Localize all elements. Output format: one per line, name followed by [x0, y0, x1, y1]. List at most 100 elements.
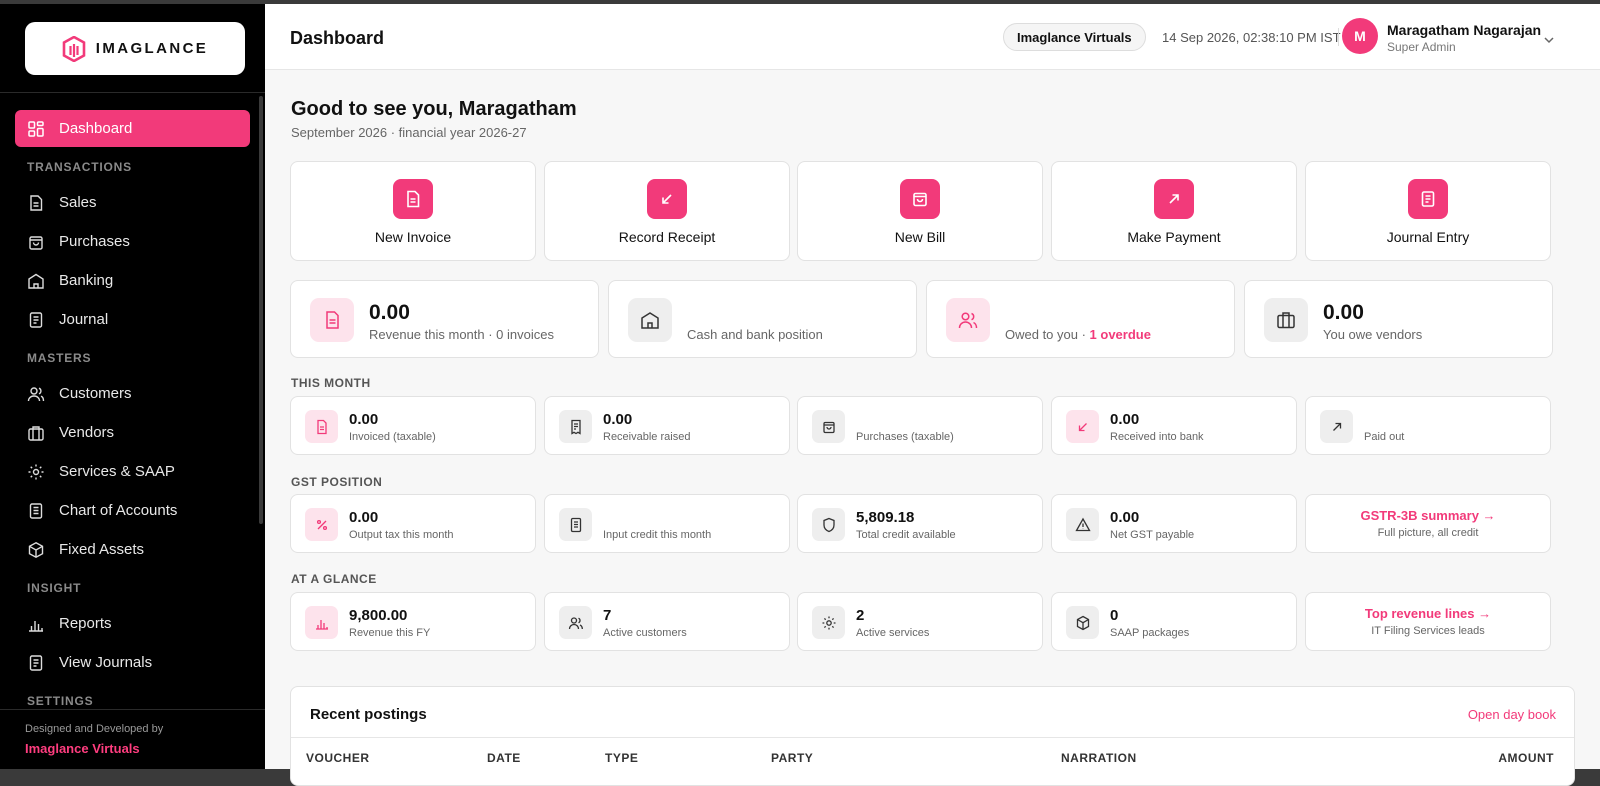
kpi-value: 0.00 — [369, 301, 410, 324]
kpi-revenue-month[interactable]: 0.00 Revenue this month · 0 invoices — [290, 280, 599, 358]
warning-icon — [1066, 508, 1099, 541]
column-header-narration[interactable]: NARRATION — [1061, 751, 1137, 765]
sidebar-item-vendors[interactable]: Vendors — [15, 414, 250, 451]
section-at-a-glance: AT A GLANCE — [291, 572, 377, 586]
link-title: Top revenue lines → — [1364, 606, 1492, 621]
invoice-icon — [393, 179, 433, 219]
sidebar-item-services[interactable]: Services & SAAP — [15, 453, 250, 490]
grid-icon — [28, 120, 44, 137]
stat-value: 0.00 — [1110, 411, 1140, 428]
sidebar-item-reports[interactable]: Reports — [15, 605, 250, 642]
kpi-owe-vendors[interactable]: 0.00 You owe vendors — [1244, 280, 1553, 358]
credit-text: Designed and Developed by — [25, 723, 164, 735]
sidebar-item-dashboard[interactable]: Dashboard — [15, 110, 250, 147]
column-header-party[interactable]: PARTY — [771, 751, 813, 765]
sidebar: IMAGLANCE Dashboard TRANSACTIONS Sales P… — [0, 4, 265, 769]
stat-invoiced[interactable]: 0.00 Invoiced (taxable) — [290, 396, 536, 455]
kpi-label: Revenue this month · 0 invoices — [369, 327, 554, 342]
brand-logo[interactable]: IMAGLANCE — [25, 22, 245, 75]
receipt-icon — [559, 410, 592, 443]
sidebar-item-journal[interactable]: Journal — [15, 301, 250, 338]
stat-input-credit[interactable]: Input credit this month — [544, 494, 790, 553]
stat-saap-packages[interactable]: 0 SAAP packages — [1051, 592, 1297, 651]
top-bar: Dashboard Imaglance Virtuals 14 Sep 2026… — [265, 4, 1600, 70]
recent-postings-title: Recent postings — [310, 706, 427, 723]
column-header-type[interactable]: TYPE — [605, 751, 638, 765]
sidebar-item-customers[interactable]: Customers — [15, 375, 250, 412]
sidebar-item-label: Customers — [59, 385, 132, 402]
book-icon — [1408, 179, 1448, 219]
link-subtitle: Full picture, all credit — [1377, 527, 1479, 539]
stat-active-services[interactable]: 2 Active services — [797, 592, 1043, 651]
section-masters: MASTERS — [27, 351, 92, 365]
table-header-divider — [291, 737, 1574, 738]
stat-paid-out[interactable]: Paid out — [1305, 396, 1551, 455]
stat-value: 9,800.00 — [349, 607, 408, 624]
stat-label: Revenue this FY — [349, 627, 431, 639]
greeting-subtitle: September 2026 · financial year 2026-27 — [291, 125, 527, 140]
book-icon — [29, 311, 43, 328]
kpi-label-text: Owed to you · — [1005, 327, 1090, 342]
top-revenue-lines-link[interactable]: Top revenue lines → IT Filing Services l… — [1305, 592, 1551, 651]
journal-entry-button[interactable]: Journal Entry — [1305, 161, 1551, 261]
column-header-date[interactable]: DATE — [487, 751, 521, 765]
sidebar-item-chart-of-accounts[interactable]: Chart of Accounts — [15, 492, 250, 529]
stat-label: Active customers — [603, 627, 687, 639]
sidebar-item-sales[interactable]: Sales — [15, 184, 250, 221]
briefcase-icon — [1264, 298, 1308, 342]
stat-purchases[interactable]: Purchases (taxable) — [797, 396, 1043, 455]
make-payment-button[interactable]: Make Payment — [1051, 161, 1297, 261]
overdue-badge[interactable]: 1 overdue — [1090, 327, 1151, 342]
kpi-cash-bank[interactable]: Cash and bank position — [608, 280, 917, 358]
sidebar-divider — [0, 92, 265, 93]
user-name[interactable]: Maragatham Nagarajan — [1387, 22, 1541, 38]
file-icon — [30, 194, 43, 211]
stat-label: Output tax this month — [349, 529, 454, 541]
sidebar-item-purchases[interactable]: Purchases — [15, 223, 250, 260]
record-receipt-button[interactable]: Record Receipt — [544, 161, 790, 261]
stat-label: Paid out — [1364, 431, 1405, 443]
new-bill-button[interactable]: New Bill — [797, 161, 1043, 261]
gstr-3b-summary-link[interactable]: GSTR-3B summary → Full picture, all cred… — [1305, 494, 1551, 553]
stat-label: Input credit this month — [603, 529, 712, 541]
sidebar-item-banking[interactable]: Banking — [15, 262, 250, 299]
kpi-label: You owe vendors — [1323, 327, 1423, 342]
sidebar-item-label: Purchases — [59, 233, 130, 250]
arrow-up-right-icon — [1154, 179, 1194, 219]
stat-output-tax[interactable]: 0.00 Output tax this month — [290, 494, 536, 553]
stat-label: Received into bank — [1110, 431, 1204, 443]
stat-label: Invoiced (taxable) — [349, 431, 436, 443]
kpi-label: Owed to you · 1 overdue — [1005, 327, 1151, 342]
sidebar-item-label: Journal — [59, 311, 109, 328]
users-icon — [27, 386, 45, 401]
sidebar-item-view-journals[interactable]: View Journals — [15, 644, 250, 681]
users-icon — [559, 606, 592, 639]
stat-receivable[interactable]: 0.00 Receivable raised — [544, 396, 790, 455]
stat-active-customers[interactable]: 7 Active customers — [544, 592, 790, 651]
open-day-book-link[interactable]: Open day book — [1468, 707, 1556, 722]
column-header-voucher[interactable]: VOUCHER — [306, 751, 370, 765]
current-datetime: 14 Sep 2026, 02:38:10 PM IST — [1162, 30, 1341, 45]
avatar[interactable]: M — [1342, 18, 1378, 54]
quick-action-label: Journal Entry — [1386, 229, 1470, 245]
stat-total-credit[interactable]: 5,809.18 Total credit available — [797, 494, 1043, 553]
stat-revenue-fy[interactable]: 9,800.00 Revenue this FY — [290, 592, 536, 651]
invoice-icon — [310, 298, 354, 342]
invoice-icon — [305, 410, 338, 443]
sidebar-item-label: Dashboard — [59, 120, 133, 137]
new-invoice-button[interactable]: New Invoice — [290, 161, 536, 261]
chevron-down-icon[interactable] — [1543, 34, 1555, 46]
link-title: GSTR-3B summary → — [1360, 508, 1496, 523]
kpi-owed-to-you[interactable]: Owed to you · 1 overdue — [926, 280, 1235, 358]
stat-net-gst[interactable]: 0.00 Net GST payable — [1051, 494, 1297, 553]
sidebar-item-fixed-assets[interactable]: Fixed Assets — [15, 531, 250, 568]
stat-label: Purchases (taxable) — [856, 431, 954, 443]
sidebar-item-label: Fixed Assets — [59, 541, 145, 558]
organization-pill[interactable]: Imaglance Virtuals — [1003, 23, 1146, 51]
stat-value: 2 — [856, 607, 865, 624]
stat-received[interactable]: 0.00 Received into bank — [1051, 396, 1297, 455]
column-header-amount[interactable]: AMOUNT — [1498, 751, 1554, 765]
bank-icon — [28, 273, 44, 289]
recent-postings-panel: Recent postings Open day book VOUCHER DA… — [290, 686, 1575, 786]
credit-company[interactable]: Imaglance Virtuals — [25, 741, 265, 756]
